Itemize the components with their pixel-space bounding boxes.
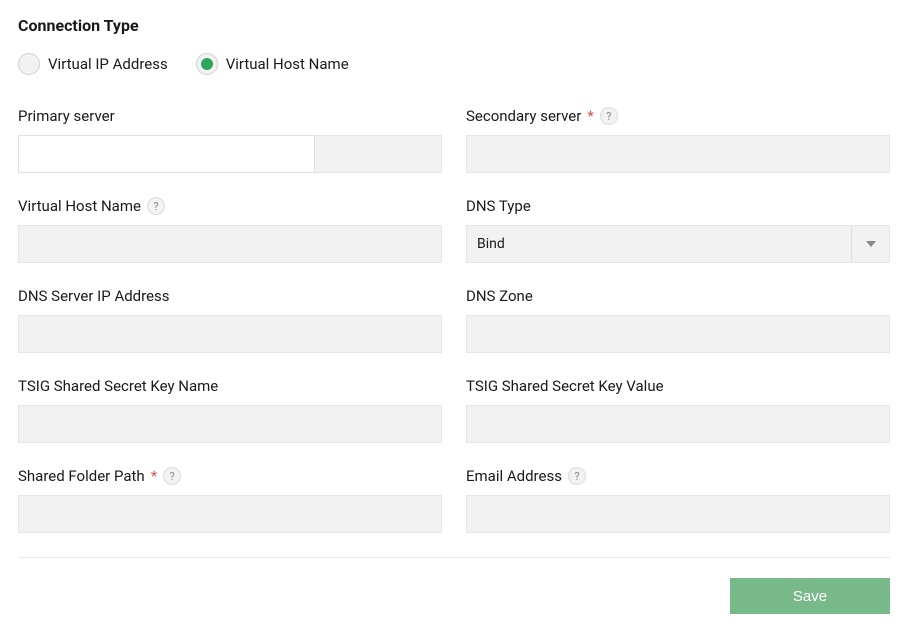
field-primary-server: Primary server xyxy=(18,105,442,173)
email-address-input[interactable] xyxy=(466,495,890,533)
radio-label: Virtual Host Name xyxy=(226,55,349,73)
virtual-host-name-input[interactable] xyxy=(18,225,442,263)
dns-zone-input[interactable] xyxy=(466,315,890,353)
shared-folder-path-input[interactable] xyxy=(18,495,442,533)
required-marker: * xyxy=(587,107,593,125)
radio-label: Virtual IP Address xyxy=(48,55,168,73)
radio-virtual-host[interactable]: Virtual Host Name xyxy=(196,53,349,75)
field-dns-zone: DNS Zone xyxy=(466,285,890,353)
field-label: Secondary server xyxy=(466,107,581,125)
field-label: TSIG Shared Secret Key Name xyxy=(18,377,218,395)
field-virtual-host-name: Virtual Host Name ? xyxy=(18,195,442,263)
dns-type-select[interactable]: Bind xyxy=(466,225,890,263)
help-icon[interactable]: ? xyxy=(147,197,165,215)
field-label: TSIG Shared Secret Key Value xyxy=(466,377,664,395)
field-label: Shared Folder Path xyxy=(18,467,145,485)
help-icon[interactable]: ? xyxy=(163,467,181,485)
field-label: DNS Zone xyxy=(466,287,533,305)
radio-icon xyxy=(18,53,40,75)
field-label: Primary server xyxy=(18,107,115,125)
field-email-address: Email Address ? xyxy=(466,465,890,533)
dns-server-ip-input[interactable] xyxy=(18,315,442,353)
help-icon[interactable]: ? xyxy=(600,107,618,125)
field-label: Email Address xyxy=(466,467,562,485)
save-button[interactable]: Save xyxy=(730,578,890,614)
select-value: Bind xyxy=(467,236,851,252)
connection-type-radio-group: Virtual IP Address Virtual Host Name xyxy=(18,53,890,75)
field-label: Virtual Host Name xyxy=(18,197,141,215)
field-secondary-server: Secondary server * ? xyxy=(466,105,890,173)
field-label: DNS Type xyxy=(466,197,531,215)
chevron-down-icon xyxy=(851,226,889,262)
field-shared-folder-path: Shared Folder Path * ? xyxy=(18,465,442,533)
field-dns-server-ip: DNS Server IP Address xyxy=(18,285,442,353)
form-grid: Primary server Secondary server * ? Virtu… xyxy=(18,105,890,533)
field-label: DNS Server IP Address xyxy=(18,287,170,305)
divider xyxy=(18,557,890,558)
radio-virtual-ip[interactable]: Virtual IP Address xyxy=(18,53,168,75)
tsig-key-value-input[interactable] xyxy=(466,405,890,443)
section-title: Connection Type xyxy=(18,16,890,35)
footer: Save xyxy=(18,578,890,614)
input-suffix xyxy=(315,135,442,173)
primary-server-input[interactable] xyxy=(18,135,315,173)
secondary-server-input[interactable] xyxy=(466,135,890,173)
radio-icon xyxy=(196,53,218,75)
field-tsig-key-name: TSIG Shared Secret Key Name xyxy=(18,375,442,443)
field-tsig-key-value: TSIG Shared Secret Key Value xyxy=(466,375,890,443)
help-icon[interactable]: ? xyxy=(568,467,586,485)
required-marker: * xyxy=(151,467,157,485)
tsig-key-name-input[interactable] xyxy=(18,405,442,443)
field-dns-type: DNS Type Bind xyxy=(466,195,890,263)
